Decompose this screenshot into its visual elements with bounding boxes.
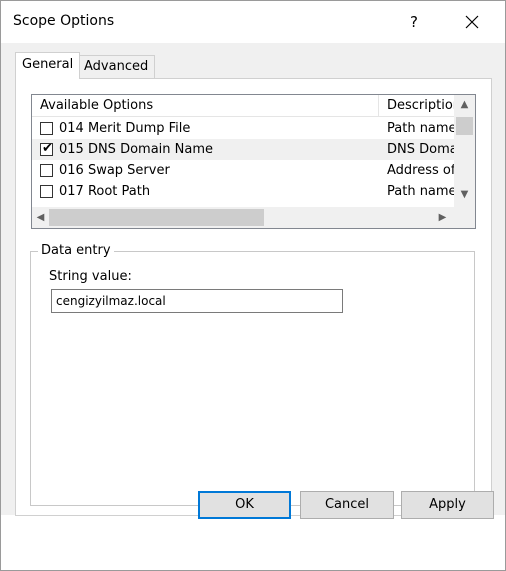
dialog-content: General Advanced Available Options Descr… — [1, 43, 505, 516]
option-description: Path name — [387, 121, 454, 136]
list-item[interactable]: 014 Merit Dump File Path name — [32, 118, 454, 139]
scroll-up-icon[interactable]: ▲ — [454, 95, 475, 115]
scope-options-dialog: Scope Options ? General Advanced Availab… — [0, 0, 506, 571]
vertical-scroll-thumb[interactable] — [456, 117, 473, 135]
tab-advanced[interactable]: Advanced — [77, 55, 156, 79]
option-checkbox[interactable] — [40, 164, 53, 177]
title-bar: Scope Options ? — [1, 1, 505, 43]
list-item[interactable]: 016 Swap Server Address of — [32, 160, 454, 181]
help-button[interactable]: ? — [397, 7, 431, 37]
horizontal-scroll-thumb[interactable] — [49, 209, 264, 226]
tab-general[interactable]: General — [15, 52, 81, 79]
option-checkbox[interactable]: ✔ — [40, 141, 53, 156]
option-checkbox[interactable] — [40, 185, 53, 198]
option-name: 014 Merit Dump File — [59, 121, 191, 136]
list-item[interactable]: 017 Root Path Path name — [32, 181, 454, 202]
string-value-input[interactable] — [51, 289, 343, 313]
apply-button[interactable]: Apply — [401, 491, 494, 519]
column-header-description[interactable]: Description — [380, 95, 454, 117]
option-description: Address of — [387, 163, 454, 178]
scrollbar-corner — [454, 207, 475, 228]
option-description: Path name — [387, 184, 454, 199]
column-header-available-options[interactable]: Available Options — [32, 95, 379, 117]
data-entry-group: Data entry String value: — [30, 243, 475, 506]
close-icon — [465, 15, 479, 29]
list-item[interactable]: ✔ 015 DNS Domain Name DNS Domain — [32, 139, 454, 160]
option-name: 015 DNS Domain Name — [59, 142, 213, 157]
list-header: Available Options Description — [32, 95, 454, 117]
horizontal-scrollbar[interactable]: ◀ ▶ — [32, 207, 454, 228]
available-options-list[interactable]: Available Options Description 014 Merit … — [31, 94, 476, 229]
close-button[interactable] — [453, 7, 491, 37]
vertical-scrollbar[interactable]: ▲ ▼ — [454, 95, 475, 207]
scroll-down-icon[interactable]: ▼ — [454, 185, 475, 205]
option-name: 016 Swap Server — [59, 163, 170, 178]
data-entry-group-label: Data entry — [38, 243, 114, 259]
cancel-button[interactable]: Cancel — [300, 491, 394, 519]
window-title: Scope Options — [13, 13, 115, 29]
general-tab-panel: Available Options Description 014 Merit … — [15, 78, 492, 516]
option-description: DNS Domain — [387, 142, 454, 157]
ok-button[interactable]: OK — [198, 491, 291, 519]
checkmark-icon: ✔ — [42, 141, 53, 156]
string-value-label: String value: — [49, 269, 132, 284]
scroll-right-icon[interactable]: ▶ — [432, 207, 453, 228]
scroll-left-icon[interactable]: ◀ — [32, 207, 49, 228]
option-name: 017 Root Path — [59, 184, 151, 199]
option-checkbox[interactable] — [40, 122, 53, 135]
